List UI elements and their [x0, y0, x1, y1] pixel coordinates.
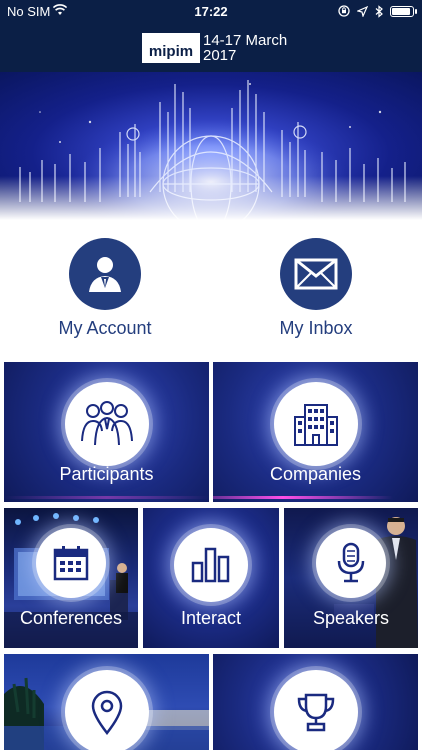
- hero-banner: [0, 72, 422, 220]
- microphone-icon: [337, 542, 365, 583]
- interact-icon-ring: [174, 528, 248, 602]
- map-pin-icon: [91, 690, 122, 735]
- envelope-icon: [294, 258, 338, 290]
- battery-level: [392, 7, 411, 15]
- city-skyline-illustration: [0, 80, 422, 220]
- my-inbox-button[interactable]: My Inbox: [246, 238, 386, 339]
- conferences-label: Conferences: [19, 608, 123, 628]
- my-inbox-circle[interactable]: [280, 238, 352, 310]
- tile-awards[interactable]: [213, 654, 418, 750]
- participants-icon-ring: [64, 382, 149, 466]
- map-icon-ring: [64, 670, 149, 750]
- user-avatar-icon: [89, 257, 121, 292]
- bluetooth-icon: [375, 4, 383, 18]
- awards-icon-ring: [273, 670, 358, 750]
- bar-chart-icon: [191, 547, 230, 583]
- interact-label: Interact: [180, 608, 242, 628]
- building-icon: [293, 404, 338, 446]
- conferences-icon-ring: [36, 528, 106, 598]
- status-bar: No SIM 17:22: [0, 0, 422, 22]
- tile-speakers[interactable]: Speakers: [284, 508, 418, 648]
- event-brand: mipim 14-17 March 2017: [142, 30, 287, 66]
- trophy-icon: [297, 693, 334, 732]
- calendar-icon: [53, 546, 89, 581]
- tile-map[interactable]: [4, 654, 209, 750]
- participants-glow-line: [4, 496, 209, 499]
- companies-icon-ring: [273, 382, 358, 466]
- my-inbox-label: My Inbox: [279, 318, 353, 338]
- event-dates-line2: 2017: [203, 47, 237, 64]
- my-account-label: My Account: [58, 318, 152, 338]
- tile-interact[interactable]: Interact: [143, 508, 279, 648]
- my-account-button[interactable]: My Account: [35, 238, 175, 339]
- location-arrow-icon: [357, 5, 368, 17]
- speakers-label: Speakers: [312, 608, 390, 628]
- tile-participants[interactable]: Participants: [4, 362, 209, 502]
- speakers-icon-ring: [316, 528, 386, 598]
- top-bar: No SIM 17:22 mipim 14-17 March 2017: [0, 0, 422, 72]
- tile-companies[interactable]: Companies: [213, 362, 418, 502]
- people-group-icon: [80, 401, 133, 446]
- participants-label: Participants: [59, 464, 154, 484]
- mipim-logo: mipim: [142, 33, 200, 63]
- orientation-lock-icon: [338, 5, 350, 17]
- tile-conferences[interactable]: Conferences: [4, 508, 138, 648]
- event-dates-line1: 14-17 March: [203, 32, 288, 49]
- my-account-circle[interactable]: [69, 238, 141, 310]
- companies-label: Companies: [269, 464, 362, 484]
- battery-icon: [390, 5, 417, 17]
- event-dates: 14-17 March 2017: [203, 33, 287, 63]
- companies-glow-line: [213, 496, 393, 499]
